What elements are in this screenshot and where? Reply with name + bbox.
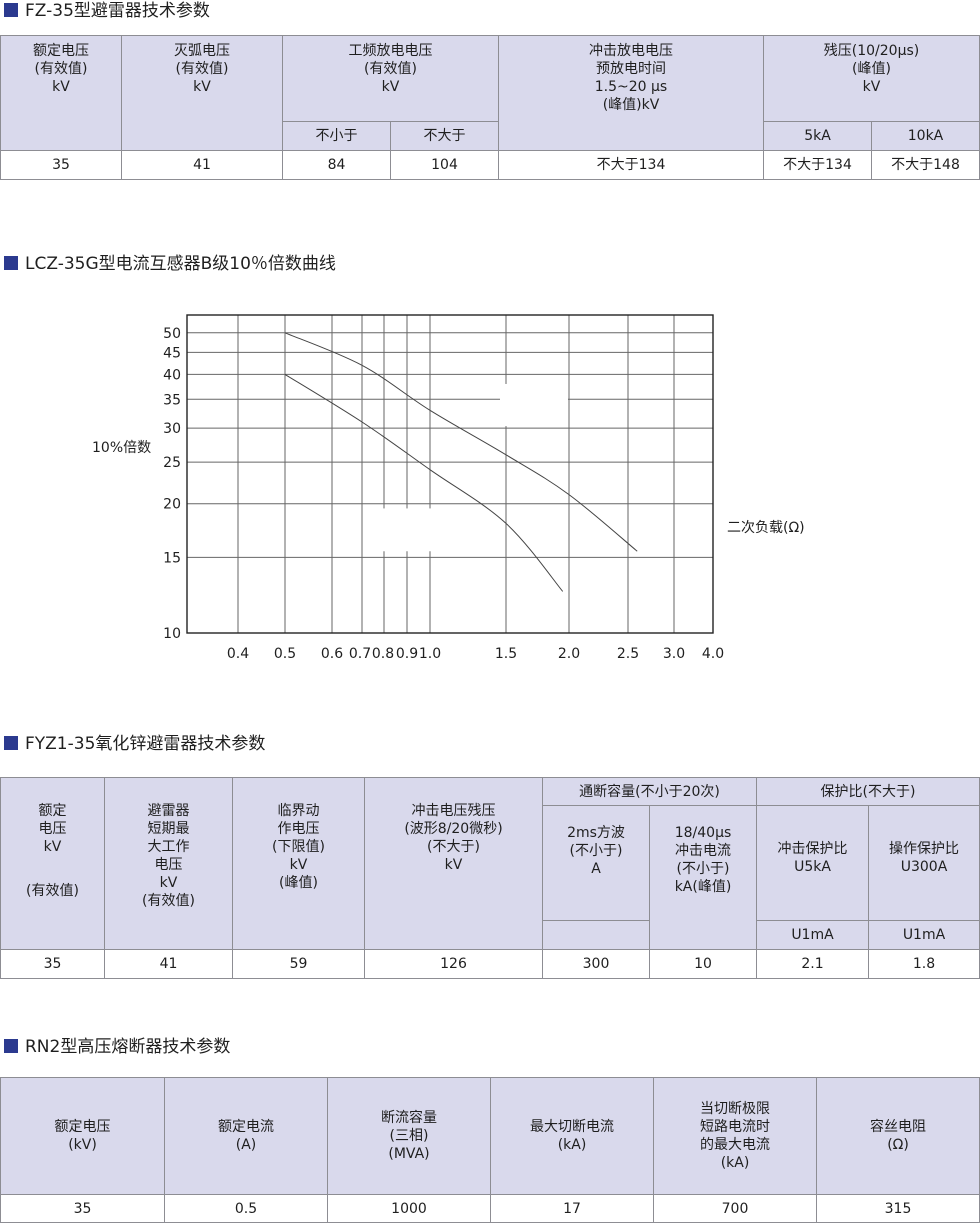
table-row: 35 41 59 126 300 10 2.1 1.8 xyxy=(0,949,980,979)
y-tick-label: 35 xyxy=(163,392,181,408)
rated-current-header: 额定电流 (A) xyxy=(164,1077,328,1195)
impulse-discharge-header: 冲击放电电压 预放电时间 1.5~20 μs (峰值)kV xyxy=(498,35,764,151)
table-cell: 35 xyxy=(0,949,105,979)
y-tick-label: 30 xyxy=(163,421,181,437)
protection-ratio-header: 保护比(不大于) xyxy=(756,777,980,806)
x-tick-label: 0.7 xyxy=(349,646,371,662)
max-cutoff-current-header: 最大切断电流 (kA) xyxy=(490,1077,654,1195)
bullet-square-icon xyxy=(4,1039,18,1053)
limit-short-circuit-header: 当切断极限 短路电流时 的最大电流 (kA) xyxy=(653,1077,817,1195)
bullet-square-icon xyxy=(4,3,18,17)
table-cell: 不大于134 xyxy=(498,150,764,180)
table-cell: 41 xyxy=(121,150,283,180)
critical-action-voltage-header: 临界动 作电压 (下限值) kV (峰值) xyxy=(232,777,365,950)
grid-gap xyxy=(500,383,568,427)
impulse-protection-header: 冲击保护比 U5kA xyxy=(756,805,869,921)
table-cell: 84 xyxy=(282,150,391,180)
rn2-section-title: RN2型高压熔断器技术参数 xyxy=(4,1036,230,1058)
table-cell: 1000 xyxy=(327,1194,491,1223)
5ka-header: 5kA xyxy=(763,121,872,151)
y-tick-label: 25 xyxy=(163,455,181,471)
table-cell: 不大于148 xyxy=(870,150,980,180)
y-tick-label: 20 xyxy=(163,497,181,513)
table-cell: 10 xyxy=(649,949,757,979)
x-tick-label: 1.5 xyxy=(495,646,517,662)
bullet-square-icon xyxy=(4,256,18,270)
grid-gap xyxy=(365,508,439,552)
residual-voltage-header: 残压(10/20μs) (峰值) kV xyxy=(762,35,980,122)
breaking-capacity-header: 断流容量 (三相) (MVA) xyxy=(327,1077,491,1195)
x-tick-label: 2.5 xyxy=(617,646,639,662)
fyz1-section-title: FYZ1-35氧化锌避雷器技术参数 xyxy=(4,733,265,755)
rn2-title-text: RN2型高压熔断器技术参数 xyxy=(25,1037,231,1057)
table-cell: 300 xyxy=(542,949,650,979)
fz35-spec-table: 额定电压 (有效值) kV 灭弧电压 (有效值) kV 工频放电电压 (有效值) kV 冲击… xyxy=(0,35,980,180)
impulse-residual-header: 冲击电压残压 (波形8/20微秒) (不大于) kV xyxy=(364,777,543,950)
y-tick-label: 10 xyxy=(163,626,181,642)
u1ma-header: U1mA xyxy=(868,920,980,950)
ratio-curve-1 xyxy=(284,332,638,552)
table-cell: 35 xyxy=(0,1194,165,1223)
fuse-resistance-header: 容丝电阻 (Ω) xyxy=(816,1077,980,1195)
table-cell: 104 xyxy=(390,150,499,180)
not-less-header: 不小于 xyxy=(282,121,391,151)
rn2-spec-table: 额定电压 (kV) 额定电流 (A) 断流容量 (三相) (MVA) 最大切断电流 (kA… xyxy=(0,1077,980,1223)
fyz1-title-text: FYZ1-35氧化锌避雷器技术参数 xyxy=(25,734,266,754)
x-tick-label: 0.8 xyxy=(372,646,394,662)
x-tick-label: 4.0 xyxy=(702,646,724,662)
x-tick-label: 3.0 xyxy=(663,646,685,662)
switching-capacity-header: 通断容量(不小于20次) xyxy=(542,777,757,806)
not-more-header: 不大于 xyxy=(390,121,499,151)
y-tick-label: 45 xyxy=(163,345,181,361)
rated-voltage-header: 额定电压 (有效值) kV xyxy=(0,35,122,151)
table-cell: 126 xyxy=(364,949,543,979)
y-tick-label: 15 xyxy=(163,550,181,566)
x-tick-label: 0.6 xyxy=(321,646,343,662)
table-cell: 2.1 xyxy=(756,949,869,979)
plot-frame xyxy=(186,314,714,634)
lcz35g-section-title: LCZ-35G型电流互感器B级10％倍数曲线 xyxy=(4,253,336,275)
rated-voltage-header: 额定电压 (kV) xyxy=(0,1077,165,1195)
y-axis-label: 10%倍数 xyxy=(92,440,151,456)
fz35-section-title: FZ-35型避雷器技术参数 xyxy=(4,0,210,22)
y-tick-label: 40 xyxy=(163,367,181,383)
10ka-header: 10kA xyxy=(870,121,980,151)
x-tick-label: 0.5 xyxy=(274,646,296,662)
chart-grid xyxy=(186,314,714,634)
table-cell: 59 xyxy=(232,949,365,979)
square-wave-filler xyxy=(542,920,650,950)
table-cell: 0.5 xyxy=(164,1194,328,1223)
ratio-curve-chart: 10 15 20 25 30 35 40 45 50 0.4 0.5 0.6 0.7 0.8 0.9 1.0 1… xyxy=(92,314,805,662)
table-row: 35 0.5 1000 17 700 315 xyxy=(0,1194,980,1223)
lcz35g-title-text: LCZ-35G型电流互感器B级10％倍数曲线 xyxy=(25,254,336,274)
arc-voltage-header: 灭弧电压 (有效值) kV xyxy=(121,35,283,151)
max-working-voltage-header: 避雷器 短期最 大工作 电压 kV (有效值) xyxy=(104,777,233,950)
table-cell: 315 xyxy=(816,1194,980,1223)
power-freq-discharge-header: 工频放电电压 (有效值) kV xyxy=(282,35,499,122)
table-cell: 41 xyxy=(104,949,233,979)
y-tick-label: 50 xyxy=(163,326,181,342)
bullet-square-icon xyxy=(4,736,18,750)
table-cell: 35 xyxy=(0,150,122,180)
square-wave-header: 2ms方波 (不小于) A xyxy=(542,805,650,921)
fz35-title-text: FZ-35型避雷器技术参数 xyxy=(25,1,210,21)
rated-voltage-header: 额定 电压 kV (有效值) xyxy=(0,777,105,950)
table-cell: 700 xyxy=(653,1194,817,1223)
chart-labels: 10 15 20 25 30 35 40 45 50 0.4 0.5 0.6 0.7 0.8 0.9 1.0 1… xyxy=(163,326,724,662)
x-tick-label: 2.0 xyxy=(558,646,580,662)
table-cell: 17 xyxy=(490,1194,654,1223)
x-tick-label: 0.4 xyxy=(227,646,249,662)
table-cell: 不大于134 xyxy=(763,150,872,180)
impulse-current-header: 18/40μs 冲击电流 (不小于) kA(峰值) xyxy=(649,805,757,950)
u1ma-header: U1mA xyxy=(756,920,869,950)
table-row: 35 41 84 104 不大于134 不大于134 不大于148 xyxy=(0,150,980,180)
x-axis-label: 二次负载(Ω) xyxy=(727,520,805,536)
fyz1-spec-table: 额定 电压 kV (有效值) 避雷器 短期最 大工作 电压 kV (有效值) 临界动 作电压 (下… xyxy=(0,777,980,979)
x-tick-label: 1.0 xyxy=(419,646,441,662)
operation-protection-header: 操作保护比 U300A xyxy=(868,805,980,921)
table-cell: 1.8 xyxy=(868,949,980,979)
x-tick-label: 0.9 xyxy=(396,646,418,662)
